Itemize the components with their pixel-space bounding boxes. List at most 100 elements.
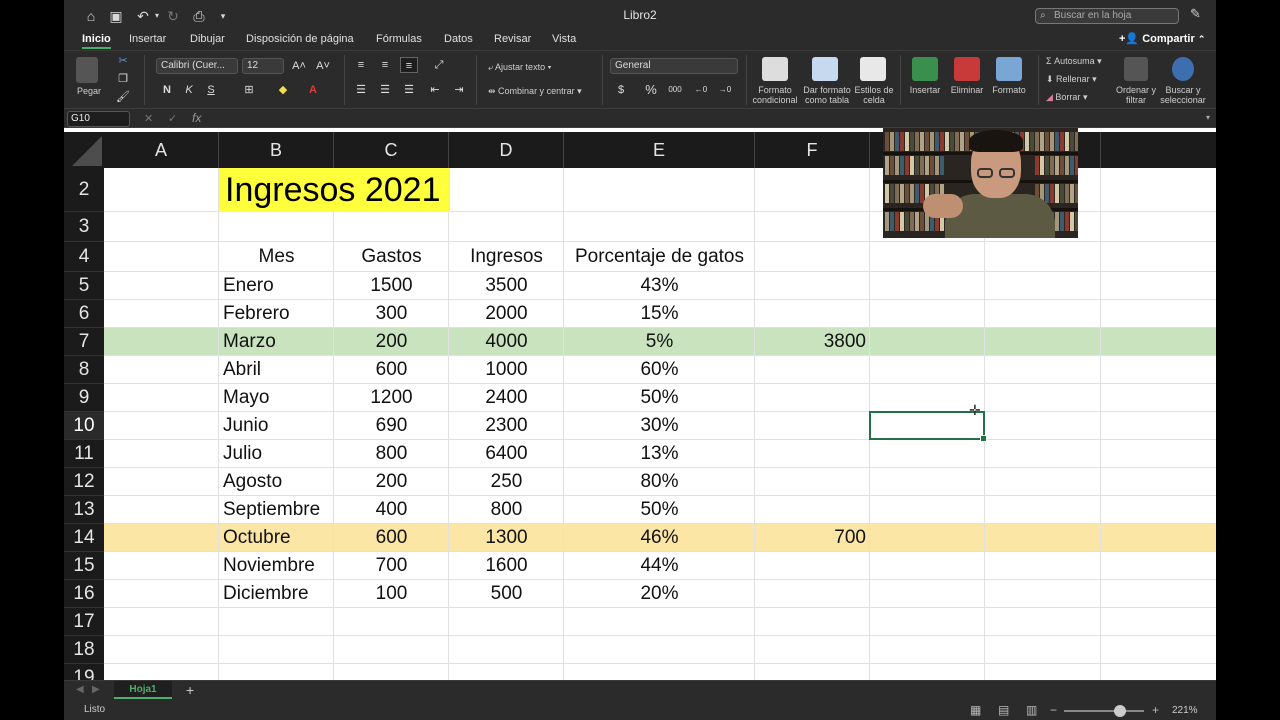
font-name-combo[interactable]: Calibri (Cuer... [156, 58, 238, 74]
column-header-b[interactable]: B [219, 132, 334, 168]
row-header[interactable]: 7 [64, 328, 104, 356]
zoom-slider-thumb[interactable] [1114, 705, 1126, 717]
next-sheet-icon[interactable]: ▶ [92, 684, 100, 695]
decrease-decimal-icon[interactable]: →0 [716, 82, 734, 98]
conditional-format-icon[interactable] [762, 57, 788, 81]
table-header-cell[interactable]: Gastos [334, 242, 449, 272]
row-header[interactable]: 10 [64, 412, 104, 440]
zoom-in-icon[interactable]: + [1152, 703, 1159, 717]
thousands-button[interactable]: 000 [666, 82, 684, 98]
gastos-cell[interactable]: 600 [334, 524, 449, 552]
font-size-combo[interactable]: 12 [242, 58, 284, 74]
align-left-icon[interactable]: ☰ [352, 82, 370, 98]
ingresos-cell[interactable]: 6400 [449, 440, 564, 468]
autosum-button[interactable]: Σ Autosuma ▾ [1046, 56, 1102, 66]
conditional-format-label[interactable]: Formato condicional [750, 85, 800, 105]
gastos-cell[interactable]: 1200 [334, 384, 449, 412]
font-color-icon[interactable]: A [304, 82, 322, 98]
row-header[interactable]: 12 [64, 468, 104, 496]
gastos-cell[interactable]: 400 [334, 496, 449, 524]
selected-cell[interactable] [869, 411, 987, 442]
copy-icon[interactable]: ❐ [114, 71, 132, 87]
percent-cell[interactable]: 50% [564, 384, 755, 412]
fill-button[interactable]: ⬇ Rellenar ▾ [1046, 74, 1097, 84]
row-header[interactable]: 6 [64, 300, 104, 328]
page-break-icon[interactable]: ▥ [1026, 703, 1037, 717]
ingresos-cell[interactable]: 3500 [449, 272, 564, 300]
percent-cell[interactable]: 46% [564, 524, 755, 552]
tab-vista[interactable]: Vista [552, 33, 576, 45]
percent-button[interactable]: % [642, 82, 660, 98]
row-header[interactable]: 15 [64, 552, 104, 580]
delete-cells-icon[interactable] [954, 57, 980, 81]
sort-filter-icon[interactable] [1124, 57, 1148, 81]
format-as-table-icon[interactable] [812, 57, 838, 81]
row-header[interactable]: 14 [64, 524, 104, 552]
align-center-icon[interactable]: ☰ [376, 82, 394, 98]
gastos-cell[interactable]: 600 [334, 356, 449, 384]
percent-cell[interactable]: 15% [564, 300, 755, 328]
fx-icon[interactable]: fx [192, 111, 201, 125]
month-cell[interactable]: Septiembre [223, 496, 334, 524]
percent-cell[interactable]: 30% [564, 412, 755, 440]
bold-button[interactable]: N [158, 82, 176, 98]
name-box[interactable]: G10 [67, 111, 130, 127]
percent-cell[interactable]: 44% [564, 552, 755, 580]
share-button[interactable]: +👤 Compartir ⌃ [1119, 32, 1205, 45]
table-header-cell[interactable]: Porcentaje de gatos [564, 242, 755, 272]
tab-inicio[interactable]: Inicio [82, 33, 111, 49]
align-right-icon[interactable]: ☰ [400, 82, 418, 98]
prev-sheet-icon[interactable]: ◀ [76, 684, 84, 695]
row-header[interactable]: 18 [64, 636, 104, 664]
row-header[interactable]: 19 [64, 664, 104, 680]
increase-decimal-icon[interactable]: ←0 [692, 82, 710, 98]
ingresos-cell[interactable]: 250 [449, 468, 564, 496]
tab-dibujar[interactable]: Dibujar [190, 33, 225, 45]
decrease-font-icon[interactable]: A˅ [314, 58, 332, 74]
ingresos-cell[interactable]: 2400 [449, 384, 564, 412]
gastos-cell[interactable]: 1500 [334, 272, 449, 300]
borders-icon[interactable]: ⊞ [240, 82, 258, 98]
increase-indent-icon[interactable]: ⇥ [450, 82, 468, 98]
align-middle-icon[interactable]: ≡ [376, 57, 394, 73]
month-cell[interactable]: Julio [223, 440, 334, 468]
column-header-a[interactable]: A [104, 132, 219, 168]
gastos-cell[interactable]: 690 [334, 412, 449, 440]
row-header[interactable]: 9 [64, 384, 104, 412]
confirm-icon[interactable]: ✓ [168, 112, 177, 125]
underline-button[interactable]: S [202, 82, 220, 98]
row-header[interactable]: 5 [64, 272, 104, 300]
month-cell[interactable]: Noviembre [223, 552, 334, 580]
percent-cell[interactable]: 60% [564, 356, 755, 384]
month-cell[interactable]: Abril [223, 356, 334, 384]
align-bottom-icon[interactable]: ≡ [400, 57, 418, 73]
wrap-text-button[interactable]: ⤶ Ajustar texto ▾ [488, 62, 551, 72]
sheet-title-cell[interactable]: Ingresos 2021 [219, 168, 450, 212]
cell-area[interactable]: Ingresos 2021 Mes Gastos Ingresos Porcentaje… [104, 168, 1216, 680]
format-painter-icon[interactable]: 🖌 [114, 89, 132, 105]
collapse-ribbon-icon[interactable]: ⌃ [1198, 34, 1206, 44]
number-format-combo[interactable]: General [610, 58, 738, 74]
orientation-icon[interactable]: ⤢ [430, 57, 448, 73]
row-header[interactable]: 4 [64, 242, 104, 272]
clear-button[interactable]: ◢ Borrar ▾ [1046, 92, 1087, 102]
table-header-cell[interactable]: Ingresos [449, 242, 564, 272]
column-header-e[interactable]: E [564, 132, 755, 168]
percent-cell[interactable]: 20% [564, 580, 755, 608]
delete-cells-label[interactable]: Eliminar [946, 85, 988, 95]
gastos-cell[interactable]: 700 [334, 552, 449, 580]
ingresos-cell[interactable]: 500 [449, 580, 564, 608]
search-input[interactable]: ⌕ Buscar en la hoja [1035, 8, 1179, 24]
ingresos-cell[interactable]: 1000 [449, 356, 564, 384]
percent-cell[interactable]: 80% [564, 468, 755, 496]
tab-revisar[interactable]: Revisar [494, 33, 531, 45]
format-cells-icon[interactable] [996, 57, 1022, 81]
ingresos-cell[interactable]: 1300 [449, 524, 564, 552]
percent-cell[interactable]: 5% [564, 328, 755, 356]
row-header[interactable]: 3 [64, 212, 104, 242]
tab-insertar[interactable]: Insertar [129, 33, 166, 45]
normal-view-icon[interactable]: ▦ [970, 703, 981, 717]
zoom-slider[interactable] [1064, 710, 1144, 712]
paste-icon[interactable] [76, 57, 98, 83]
column-header-f[interactable]: F [755, 132, 870, 168]
